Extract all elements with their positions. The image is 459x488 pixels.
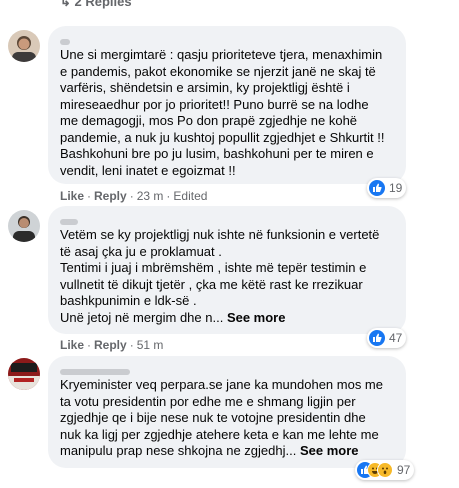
like-icon bbox=[369, 180, 385, 196]
timestamp[interactable]: 51 m bbox=[137, 338, 164, 352]
comment-text-line: zgjedhje qe i bije nese nuk te votojne p… bbox=[60, 410, 366, 425]
reaction-summary[interactable]: 19 bbox=[367, 178, 407, 198]
like-icon bbox=[369, 330, 385, 346]
comment-text-line: nuk ka ligj per zgjedhje atehere keta e … bbox=[60, 426, 379, 442]
replies-toggle[interactable]: ↳ 2 Replies bbox=[60, 0, 132, 10]
comment-text-line: me demagogji, mos Po don prapë zgjedhje … bbox=[60, 113, 358, 128]
reply-button[interactable]: Reply bbox=[94, 338, 127, 352]
reaction-count: 47 bbox=[389, 331, 403, 345]
comment-bubble: Vetëm se ky projektligj nuk ishte në fun… bbox=[48, 206, 406, 334]
comment-text-line: e pandemis, pakot ekonomike se njerzit j… bbox=[60, 63, 376, 79]
like-button[interactable]: Like bbox=[60, 338, 84, 352]
comment-bubble: Une si mergimtarë : qasju prioriteteve t… bbox=[48, 26, 406, 184]
comment-text-line: manipulu prap nese shkojna ne zgjedhj...… bbox=[60, 443, 394, 460]
timestamp[interactable]: 23 m bbox=[137, 189, 164, 203]
comment-text-line: pandemie, a nuk ju kushtoj popullit zgje… bbox=[60, 129, 385, 145]
like-button[interactable]: Like bbox=[60, 189, 84, 203]
see-more-link[interactable]: See more bbox=[227, 310, 286, 325]
comment-text-line: të asaj çka ju e proklamuat . bbox=[60, 243, 222, 259]
comment-author[interactable] bbox=[60, 363, 394, 377]
comment-text-line: varfëris, shëndetsin e arsimin, ky proje… bbox=[60, 80, 350, 95]
comment-author[interactable] bbox=[60, 33, 394, 47]
avatar[interactable] bbox=[8, 30, 40, 62]
comment-actions: Like · Reply · 23 m · Edited bbox=[60, 189, 208, 203]
wow-icon bbox=[377, 462, 393, 478]
comment-bubble: Kryeminister veq perpara.se jane ka mund… bbox=[48, 356, 406, 468]
truncated-text: Unë jetoj në mergim dhe n... bbox=[60, 309, 224, 325]
comment-text-line: vullnetit të dikujt tjetër , çka me këtë… bbox=[60, 276, 363, 292]
reaction-summary[interactable]: 97 bbox=[355, 460, 415, 480]
comment-text-line: mireseaedhur por jo prioritet!! Puno bur… bbox=[60, 96, 369, 112]
truncated-text: manipulu prap nese shkojna ne zgjedhj... bbox=[60, 443, 297, 458]
comment-text-line: ta votu presidentin por edhe me e shmang… bbox=[60, 393, 356, 409]
comment-text-line: Unë jetoj në mergim dhe n... See more bbox=[60, 310, 394, 327]
comment-text-line: vendit, leni inatet e egoizmat !! bbox=[60, 162, 236, 178]
comment-text-line: Kryeminister veq perpara.se jane ka mund… bbox=[60, 377, 383, 392]
reaction-count: 19 bbox=[389, 181, 403, 195]
avatar[interactable] bbox=[8, 358, 40, 390]
reaction-summary[interactable]: 47 bbox=[367, 328, 407, 348]
avatar[interactable] bbox=[8, 210, 40, 242]
comment-text-line: bashkpunimin e ldk-së . bbox=[60, 293, 197, 308]
reply-arrow-icon: ↳ bbox=[60, 0, 75, 9]
comment-text-line: Une si mergimtarë : qasju prioriteteve t… bbox=[60, 47, 383, 62]
comment-text-line: Tentimi i juaj i mbrëmshëm , ishte më te… bbox=[60, 260, 367, 275]
comment-author[interactable] bbox=[60, 213, 394, 227]
reply-button[interactable]: Reply bbox=[94, 189, 127, 203]
see-more-link[interactable]: See more bbox=[300, 443, 359, 458]
comment-actions: Like · Reply · 51 m bbox=[60, 338, 164, 352]
reaction-count: 97 bbox=[397, 463, 411, 477]
replies-label: 2 Replies bbox=[74, 0, 132, 9]
comment-text-line: Vetëm se ky projektligj nuk ishte në fun… bbox=[60, 227, 380, 242]
comment-text-line: Bashkohuni bre po ju lusim, bashkohuni p… bbox=[60, 146, 374, 161]
edited-label: Edited bbox=[173, 189, 208, 203]
